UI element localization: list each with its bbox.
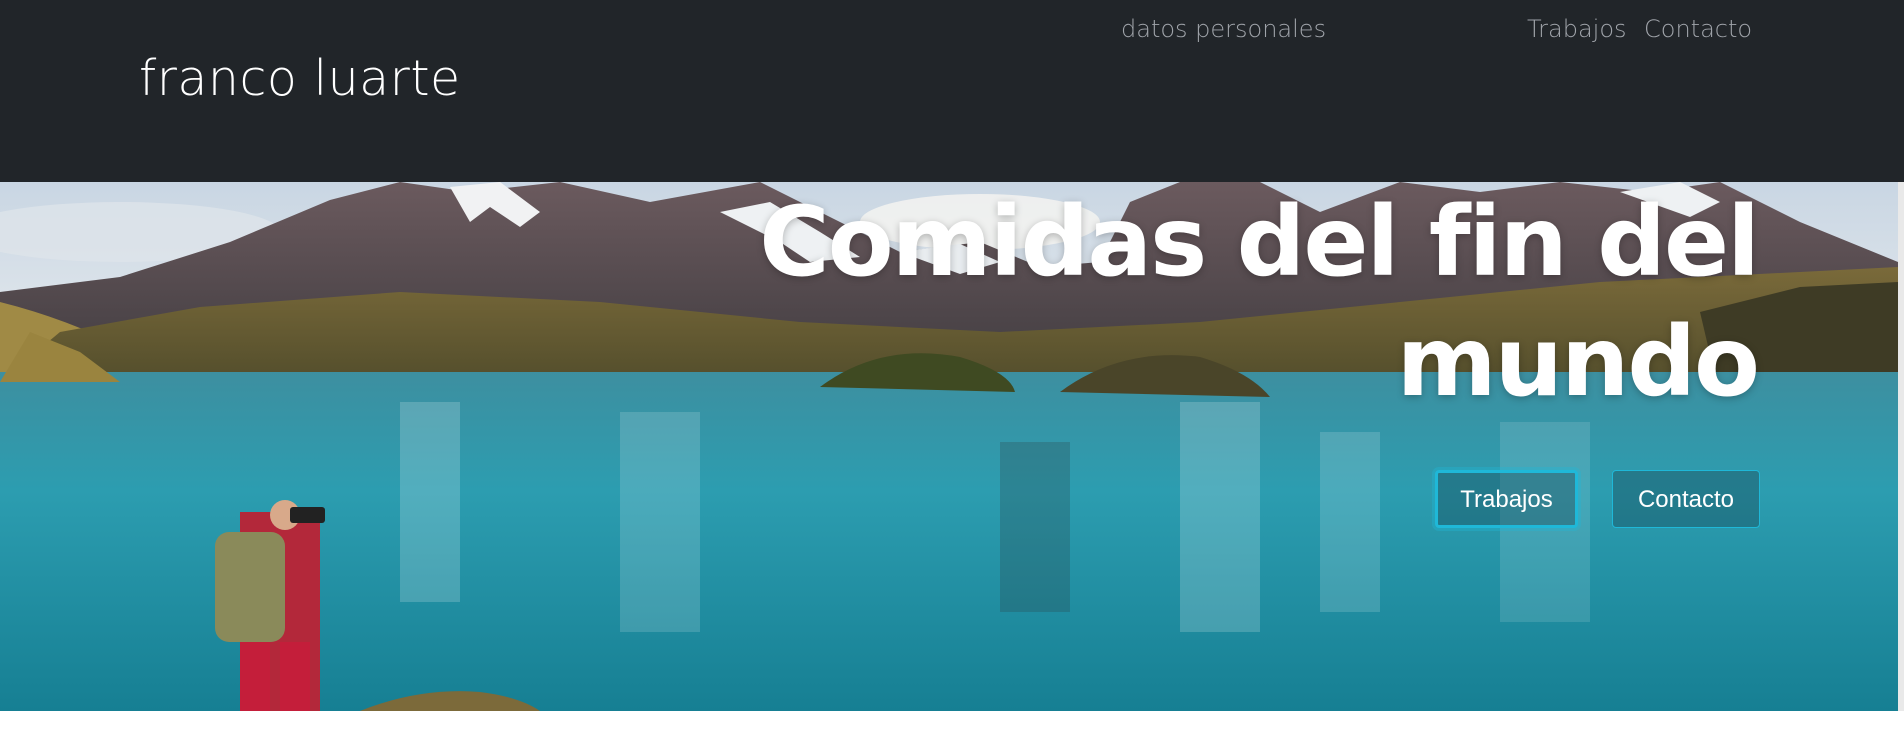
nav-link-contacto[interactable]: Contacto: [1644, 15, 1752, 43]
nav-link-datos-personales[interactable]: datos personales: [1121, 15, 1326, 43]
hero-title: Comidas del fin del mundo: [759, 186, 1760, 418]
contacto-button[interactable]: Contacto: [1612, 470, 1760, 528]
nav-link-trabajos[interactable]: Trabajos: [1527, 15, 1627, 43]
vertical-scrollbar[interactable]: [1898, 182, 1904, 711]
hero-section: Comidas del fin del mundo Trabajos Conta…: [0, 182, 1898, 711]
brand-logo-text[interactable]: franco luarte: [139, 50, 461, 107]
trabajos-button[interactable]: Trabajos: [1435, 470, 1578, 528]
navbar: franco luarte datos personales Trabajos …: [0, 0, 1904, 182]
